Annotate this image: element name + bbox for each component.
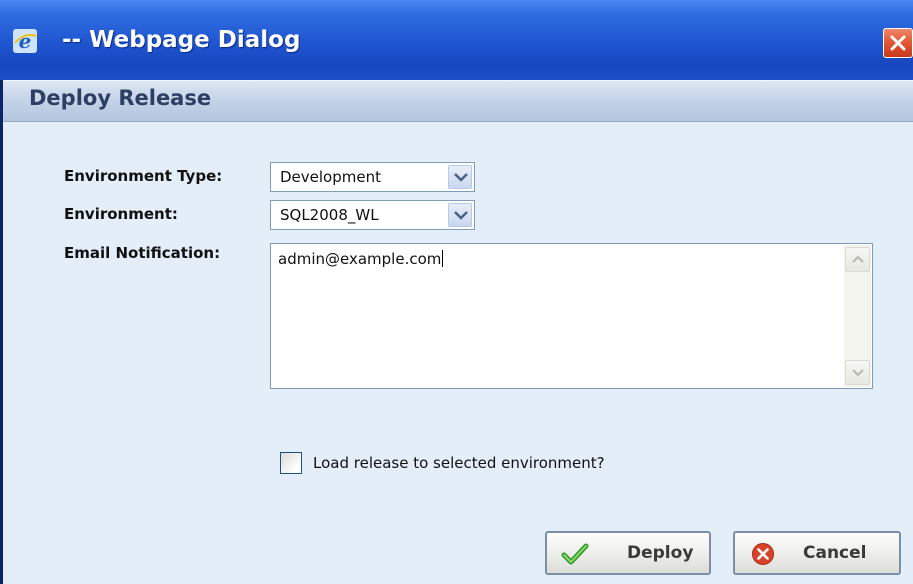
close-button[interactable] <box>883 28 913 58</box>
load-release-checkbox[interactable] <box>280 452 302 474</box>
environment-value: SQL2008_WL <box>280 206 379 224</box>
environment-select[interactable]: SQL2008_WL <box>270 200 475 230</box>
email-notification-value: admin@example.com <box>278 250 442 268</box>
deploy-label: Deploy <box>627 543 694 563</box>
title-bar[interactable]: e -- Webpage Dialog <box>0 0 913 80</box>
load-release-label[interactable]: Load release to selected environment? <box>313 454 605 472</box>
email-notification-label: Email Notification: <box>64 244 221 262</box>
cancel-x-icon <box>752 543 774 565</box>
text-caret <box>442 250 444 267</box>
environment-type-dropdown-button[interactable] <box>448 165 472 189</box>
dialog-header: Deploy Release <box>3 80 913 122</box>
svg-text:e: e <box>19 29 32 53</box>
ie-icon: e <box>12 28 38 54</box>
chevron-down-icon <box>454 173 468 182</box>
chevron-down-icon <box>454 211 468 220</box>
email-notification-textarea[interactable]: admin@example.com <box>270 243 873 389</box>
dialog-body: Deploy Release Environment Type: Develop… <box>3 80 913 584</box>
window-title: -- Webpage Dialog <box>62 27 301 53</box>
dialog-window: e -- Webpage Dialog Deploy Release Envir… <box>0 0 913 584</box>
close-icon <box>890 35 906 51</box>
cancel-button[interactable]: Cancel <box>733 531 901 575</box>
checkmark-icon <box>561 543 589 565</box>
environment-type-label: Environment Type: <box>64 167 223 185</box>
scroll-up-button[interactable] <box>845 247 870 272</box>
scroll-down-button[interactable] <box>845 360 870 385</box>
deploy-button[interactable]: Deploy <box>545 531 711 575</box>
scroll-up-icon <box>852 255 864 263</box>
environment-type-value: Development <box>280 168 381 186</box>
textarea-scrollbar[interactable] <box>844 245 871 387</box>
environment-dropdown-button[interactable] <box>448 203 472 227</box>
environment-label: Environment: <box>64 205 178 223</box>
environment-type-select[interactable]: Development <box>270 162 475 192</box>
dialog-heading: Deploy Release <box>29 86 212 110</box>
scroll-down-icon <box>852 369 864 377</box>
cancel-label: Cancel <box>803 543 867 563</box>
